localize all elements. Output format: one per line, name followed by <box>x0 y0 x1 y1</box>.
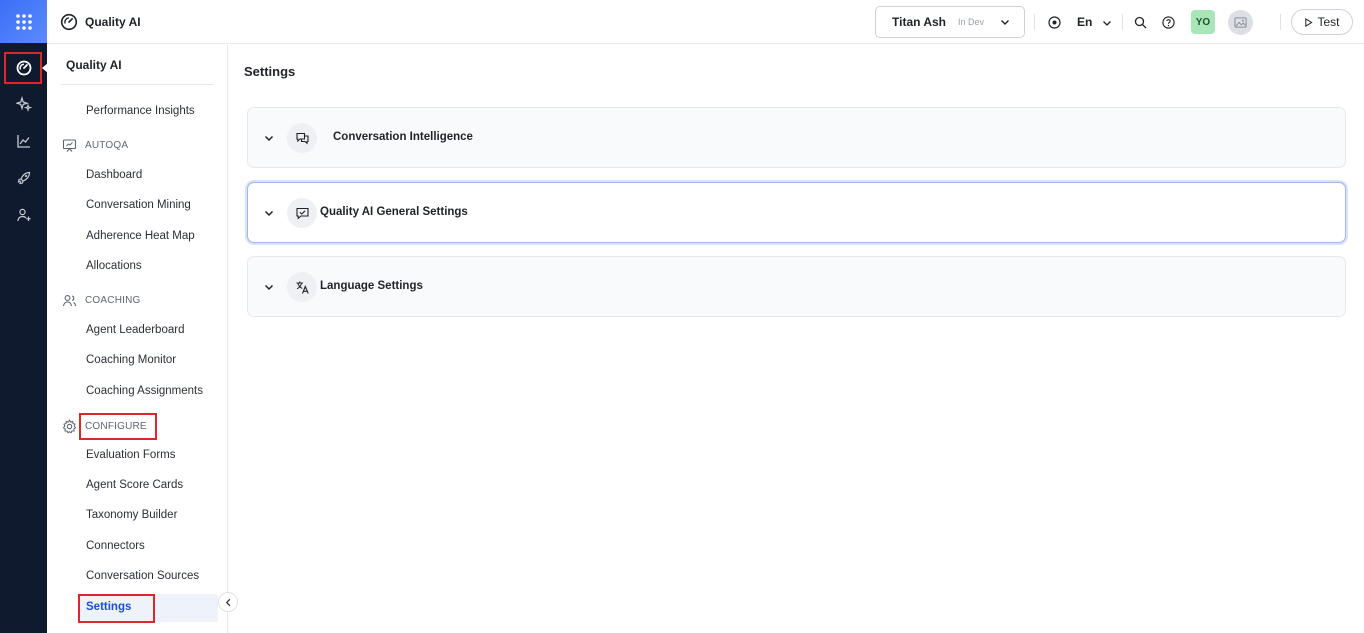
section-coaching: COACHING <box>62 293 141 308</box>
sidebar-item-coaching-assignments[interactable]: Coaching Assignments <box>86 385 203 397</box>
profile-image[interactable] <box>1228 10 1253 35</box>
rocket-icon <box>17 171 30 185</box>
record-icon[interactable] <box>1048 16 1061 29</box>
test-button[interactable]: Test <box>1291 9 1353 35</box>
sidebar-item-taxonomy-builder[interactable]: Taxonomy Builder <box>86 509 177 521</box>
panel-icon-wrap <box>287 272 317 302</box>
rail-item-analytics[interactable] <box>0 123 47 159</box>
chevron-down-icon <box>1001 20 1009 25</box>
chevron-down-icon[interactable] <box>264 133 274 143</box>
chat-bubbles-icon <box>295 132 309 145</box>
language-select[interactable]: En <box>1077 15 1092 29</box>
panel-quality-ai-general-settings[interactable]: Quality AI General Settings <box>247 182 1346 243</box>
panel-icon-wrap <box>287 123 317 153</box>
sidebar-item-connectors[interactable]: Connectors <box>86 540 145 552</box>
sidebar-item-conversation-mining[interactable]: Conversation Mining <box>86 199 191 211</box>
sidebar-header: Quality AI <box>60 45 214 85</box>
page-title: Settings <box>244 64 296 79</box>
configure-highlight-box <box>79 413 157 440</box>
environment-name: Titan Ash <box>892 15 947 29</box>
divider <box>1280 14 1281 30</box>
app-rail <box>0 0 48 633</box>
search-icon[interactable] <box>1134 16 1147 29</box>
sidebar-item-adherence-heat-map[interactable]: Adherence Heat Map <box>86 230 195 242</box>
sparkle-icon <box>15 96 32 112</box>
line-chart-icon <box>16 135 30 148</box>
divider <box>1034 14 1035 30</box>
image-icon <box>1234 17 1247 28</box>
chevron-left-icon <box>225 598 230 606</box>
sidebar-item-dashboard[interactable]: Dashboard <box>86 169 142 181</box>
chevron-down-icon[interactable] <box>1102 18 1112 28</box>
panel-title: Language Settings <box>320 280 423 292</box>
translate-icon <box>296 281 309 294</box>
settings-highlight-box <box>78 594 155 623</box>
gauge-icon <box>60 13 78 31</box>
chevron-down-icon[interactable] <box>264 282 274 292</box>
rail-item-launch[interactable] <box>0 160 47 196</box>
help-icon[interactable] <box>1162 16 1175 29</box>
app-title: Quality AI <box>85 15 141 29</box>
section-label: AUTOQA <box>85 140 129 151</box>
sidebar-item-performance-insights[interactable]: Performance Insights <box>86 105 195 117</box>
sidebar-item-agent-leaderboard[interactable]: Agent Leaderboard <box>86 324 184 336</box>
sidebar-item-agent-score-cards[interactable]: Agent Score Cards <box>86 479 183 491</box>
presentation-icon <box>62 139 77 152</box>
section-label: COACHING <box>85 295 141 306</box>
top-bar: Quality AI Titan Ash In Dev En YO Test <box>47 0 1364 44</box>
rail-item-ai[interactable] <box>0 86 47 122</box>
test-button-label: Test <box>1317 15 1340 29</box>
section-autoqa: AUTOQA <box>62 138 128 153</box>
sidebar-item-conversation-sources[interactable]: Conversation Sources <box>86 570 199 582</box>
chevron-down-icon[interactable] <box>264 208 274 218</box>
panel-icon-wrap <box>287 198 317 228</box>
rail-item-add-user[interactable] <box>0 197 47 233</box>
sidebar-collapse-button[interactable] <box>218 592 238 612</box>
apps-grid-icon <box>15 13 32 30</box>
sidebar-item-coaching-monitor[interactable]: Coaching Monitor <box>86 354 176 366</box>
sidebar: Quality AI Performance Insights AUTOQA D… <box>47 45 228 633</box>
sidebar-item-allocations[interactable]: Allocations <box>86 260 142 272</box>
rail-item-quality-ai[interactable] <box>0 50 47 86</box>
user-plus-icon <box>16 208 31 222</box>
panel-title: Conversation Intelligence <box>333 131 473 143</box>
environment-tag: In Dev <box>958 17 985 27</box>
gauge-icon <box>16 60 31 76</box>
panel-title: Quality AI General Settings <box>320 206 468 218</box>
chat-check-icon <box>295 207 309 219</box>
play-icon <box>1305 17 1314 27</box>
gear-icon <box>62 419 77 434</box>
user-avatar[interactable]: YO <box>1191 10 1215 34</box>
users-icon <box>62 295 77 307</box>
panel-language-settings[interactable]: Language Settings <box>247 256 1346 317</box>
sidebar-item-evaluation-forms[interactable]: Evaluation Forms <box>86 449 175 461</box>
panel-conversation-intelligence[interactable]: Conversation Intelligence <box>247 107 1346 168</box>
environment-select[interactable]: Titan Ash In Dev <box>875 6 1025 38</box>
apps-grid-button[interactable] <box>0 0 47 43</box>
divider <box>1122 14 1123 30</box>
